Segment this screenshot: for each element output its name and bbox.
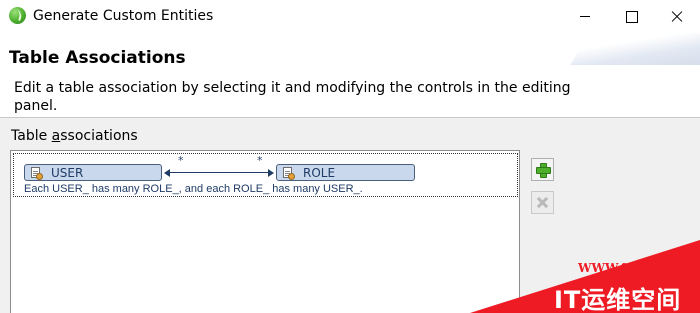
target-entity-label: ROLE: [303, 166, 336, 180]
add-association-button[interactable]: [531, 158, 554, 181]
watermark-text: IT运维空间: [554, 286, 682, 313]
mnemonic-char: a: [51, 128, 61, 144]
watermark-url: WWW.94IP.COM: [578, 261, 688, 275]
maximize-button[interactable]: [608, 0, 654, 32]
watermark: WWW.94IP.COM IT运维空间: [470, 240, 700, 313]
page-title: Table Associations: [9, 48, 186, 68]
remove-association-button[interactable]: [531, 191, 554, 214]
close-button[interactable]: [654, 0, 700, 32]
arrow-left-icon: [164, 169, 170, 177]
header-banner: Table Associations Edit a table associat…: [0, 33, 700, 118]
page-description: Edit a table association by selecting it…: [14, 80, 571, 114]
association-connector: [164, 166, 274, 180]
target-multiplicity: *: [257, 154, 263, 167]
association-row[interactable]: USER * * ROLE Each USER_ has many ROLE_,…: [13, 153, 518, 197]
banner-decoration: [570, 33, 700, 65]
window-title: Generate Custom Entities: [33, 8, 214, 24]
source-entity-box[interactable]: USER: [24, 164, 162, 181]
association-description: Each USER_ has many ROLE_, and each ROLE…: [24, 183, 363, 195]
delete-x-icon: [537, 197, 548, 208]
plus-icon: [536, 163, 551, 178]
minimize-button[interactable]: [562, 0, 608, 32]
table-key-icon: [31, 167, 43, 180]
app-leaf-icon: [9, 7, 26, 24]
table-key-icon: [283, 167, 295, 180]
associations-label: Table associations: [11, 128, 138, 144]
title-bar: Generate Custom Entities: [0, 0, 700, 33]
target-entity-box[interactable]: ROLE: [276, 164, 415, 181]
arrow-right-icon: [268, 169, 274, 177]
associations-list[interactable]: USER * * ROLE Each USER_ has many ROLE_,…: [10, 150, 520, 313]
source-entity-label: USER: [51, 166, 84, 180]
